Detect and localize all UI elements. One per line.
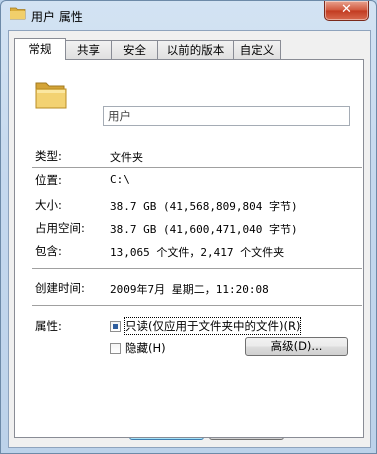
advanced-button[interactable]: 高级(D)...	[245, 337, 348, 356]
tab-security[interactable]: 安全	[111, 40, 158, 59]
folder-name-field[interactable]: 用户	[103, 106, 350, 126]
readonly-checkbox[interactable]	[110, 321, 121, 332]
size-on-disk-label: 占用空间:	[35, 221, 85, 235]
contains-value: 13,065 个文件，2,417 个文件夹	[110, 246, 285, 259]
size-label: 大小:	[35, 198, 62, 212]
separator	[32, 305, 362, 306]
separator	[32, 268, 362, 269]
close-button[interactable]: ✕	[324, 1, 369, 21]
hidden-checkbox-label[interactable]: 隐藏(H)	[125, 340, 166, 356]
folder-icon	[10, 7, 26, 20]
attributes-label: 属性:	[35, 319, 62, 333]
title-bar[interactable]: 用户 属性 ✕	[1, 1, 376, 29]
folder-large-icon	[35, 82, 67, 109]
dialog-client: 常规 共享 安全 以前的版本 自定义 用户 类型: 文件夹 位置: C:\ 大小…	[8, 30, 371, 448]
type-label: 类型:	[35, 149, 62, 163]
size-on-disk-value: 38.7 GB (41,600,471,040 字节)	[110, 223, 298, 236]
properties-window: 用户 属性 ✕ 常规 共享 安全 以前的版本 自定义 用户 类型: 文件夹 位置…	[0, 0, 377, 454]
created-label: 创建时间:	[35, 281, 85, 295]
contains-label: 包含:	[35, 244, 62, 258]
tab-previous-versions[interactable]: 以前的版本	[157, 40, 234, 59]
created-value: 2009年7月 星期二，11:20:08	[110, 283, 269, 296]
separator	[32, 167, 362, 168]
size-value: 38.7 GB (41,568,809,804 字节)	[110, 200, 298, 213]
tab-customize[interactable]: 自定义	[233, 40, 281, 59]
type-value: 文件夹	[110, 151, 143, 164]
window-title: 用户 属性	[31, 10, 83, 24]
general-panel: 用户 类型: 文件夹 位置: C:\ 大小: 38.7 GB (41,568,8…	[14, 59, 364, 438]
readonly-checkbox-label[interactable]: 只读(仅应用于文件夹中的文件)(R)	[123, 317, 302, 335]
hidden-checkbox[interactable]	[110, 343, 121, 354]
tab-sharing[interactable]: 共享	[65, 40, 112, 59]
close-icon: ✕	[341, 2, 352, 17]
location-value: C:\	[110, 173, 130, 186]
tab-general[interactable]: 常规	[14, 38, 66, 60]
location-label: 位置:	[35, 173, 62, 187]
